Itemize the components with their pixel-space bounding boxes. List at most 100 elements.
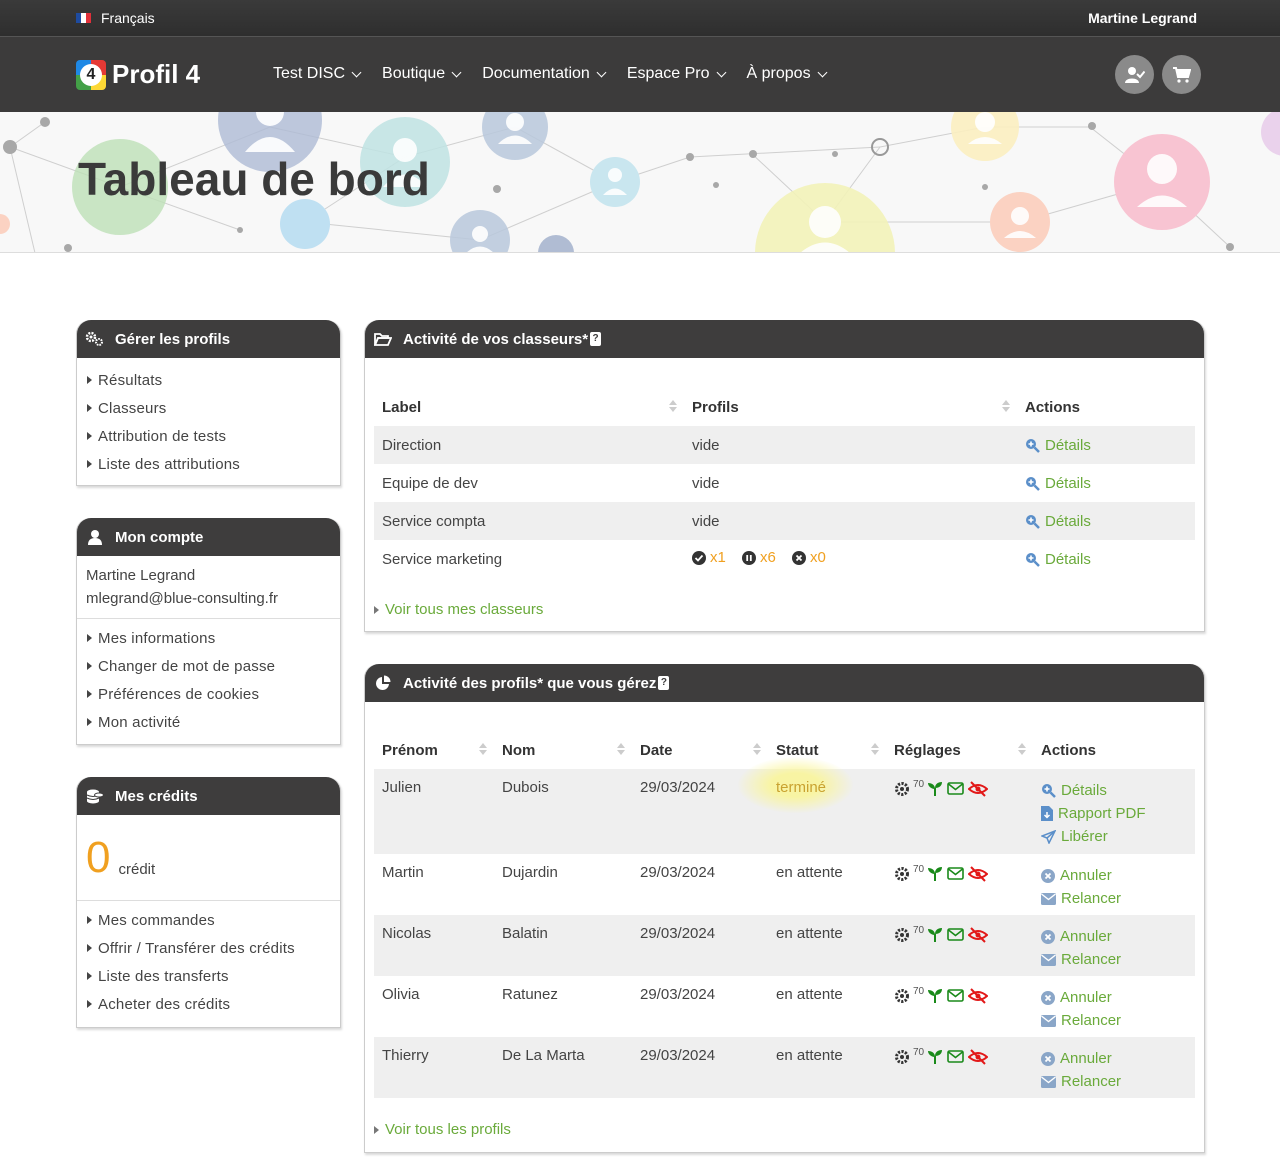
sort-icon [871,743,879,755]
remind-link[interactable]: Relancer [1041,1009,1187,1032]
settings-cell: 70 [886,915,1033,976]
credits-header: Mes crédits [77,777,340,815]
link-changer-mot-de-passe[interactable]: Changer de mot de passe [87,652,330,680]
col-actions: Actions [1041,741,1097,759]
cart-button[interactable] [1162,55,1201,94]
help-badge-icon[interactable]: ? [658,676,670,690]
cart-icon [1172,66,1191,83]
envelope-icon [947,989,964,1002]
caret-right-icon [87,662,92,670]
nav-item-documentation[interactable]: Documentation [482,65,607,83]
col-label[interactable]: Label [374,388,684,426]
eye-slash-icon [968,1049,989,1065]
chevron-down-icon [351,67,362,77]
account-button[interactable] [1115,55,1154,94]
remind-link[interactable]: Relancer [1041,1070,1187,1093]
cancel-link[interactable]: Annuler [1041,864,1187,887]
seedling-icon [928,867,943,881]
cancelled-count: x0 [792,549,826,566]
link-acheter-credits[interactable]: Acheter des crédits [87,990,330,1018]
col-reglages[interactable]: Réglages [886,731,1033,769]
profile-status: en attente [776,864,843,881]
language-selector[interactable]: Français [76,10,155,26]
envelope-icon [1041,953,1056,966]
settings-cell: 70 [886,976,1033,1037]
pdf-report-link[interactable]: Rapport PDF [1041,802,1187,825]
caret-right-icon [87,404,92,412]
profile-actions: Annuler Relancer [1033,1037,1195,1098]
profile-date: 29/03/2024 [640,986,716,1003]
binders-activity-panel: Activité de vos classeurs* ? Label Profi… [364,320,1205,632]
settings-level: 70 [913,925,925,936]
nav-item-boutique[interactable]: Boutique [382,65,462,83]
user-name-link[interactable]: Martine Legrand [1088,10,1197,26]
profile-date: 29/03/2024 [640,925,716,942]
link-offrir-transferer[interactable]: Offrir / Transférer des crédits [87,934,330,962]
table-row: Nicolas Balatin 29/03/2024 en attente 70 [374,915,1195,976]
profiles-activity-panel: Activité des profils* que vous gérez ? P… [364,664,1205,1153]
chevron-down-icon [596,67,607,77]
binder-profiles: vide [692,474,720,492]
credits-unit: crédit [118,861,156,878]
col-nom[interactable]: Nom [494,731,632,769]
nav-item-espace-pro[interactable]: Espace Pro [627,65,726,83]
envelope-icon [947,928,964,941]
col-profils[interactable]: Profils [684,388,1017,426]
zoom-in-icon [1026,476,1040,491]
link-attribution-tests[interactable]: Attribution de tests [87,422,330,450]
details-link[interactable]: Détails [1025,513,1187,530]
gear-icon [895,928,909,942]
settings-cell: 70 [886,769,1033,854]
x-circle-icon [1041,929,1055,944]
chevron-down-icon [716,67,726,77]
binders-header: Activité de vos classeurs* ? [365,320,1204,358]
brand-logo[interactable]: 4 Profil 4 [76,59,200,90]
col-date[interactable]: Date [632,731,768,769]
binder-label: Service compta [382,512,486,530]
seedling-icon [928,928,943,942]
col-prenom[interactable]: Prénom [374,731,494,769]
credits-panel: Mes crédits 0 crédit Mes commandes Offri… [76,777,341,1028]
link-mes-informations[interactable]: Mes informations [87,624,330,652]
nav-item-a-propos[interactable]: À propos [747,65,828,83]
remind-link[interactable]: Relancer [1041,948,1187,971]
help-badge-icon[interactable]: ? [590,332,602,346]
envelope-icon [1041,892,1056,905]
profile-status: terminé [776,779,827,796]
account-name: Martine Legrand [86,567,196,584]
link-liste-attributions[interactable]: Liste des attributions [87,450,330,478]
cancel-link[interactable]: Annuler [1041,925,1187,948]
link-resultats[interactable]: Résultats [87,366,330,394]
see-all-profiles-link[interactable]: Voir tous les profils [374,1121,1195,1138]
link-preferences-cookies[interactable]: Préférences de cookies [87,680,330,708]
folder-open-icon [373,332,393,346]
details-link[interactable]: Détails [1025,475,1187,492]
profiles-table: Prénom Nom Date Statut Réglages Actions … [374,731,1195,1098]
table-row: Direction vide Détails [374,426,1195,464]
caret-right-icon [87,944,92,952]
link-liste-transferts[interactable]: Liste des transferts [87,962,330,990]
link-mes-commandes[interactable]: Mes commandes [87,906,330,934]
binder-label: Equipe de dev [382,474,478,492]
link-mon-activite[interactable]: Mon activité [87,708,330,736]
account-links: Mes informations Changer de mot de passe… [77,619,340,744]
settings-level: 70 [913,779,925,790]
cancel-link[interactable]: Annuler [1041,1047,1187,1070]
binders-title: Activité de vos classeurs* [403,330,589,348]
profile-status: en attente [776,986,843,1003]
nav-item-test-disc[interactable]: Test DISC [273,65,362,83]
details-link[interactable]: Détails [1025,551,1187,568]
account-identity: Martine Legrand mlegrand@blue-consulting… [77,556,340,618]
cancel-link[interactable]: Annuler [1041,986,1187,1009]
caret-right-icon [374,605,379,614]
link-classeurs[interactable]: Classeurs [87,394,330,422]
details-link[interactable]: Détails [1025,437,1187,454]
release-link[interactable]: Libérer [1041,825,1187,848]
brand-name: Profil 4 [112,59,201,89]
profile-first-name: Nicolas [382,925,432,942]
profile-actions: Annuler Relancer [1033,854,1195,915]
table-row: Martin Dujardin 29/03/2024 en attente 70 [374,854,1195,915]
remind-link[interactable]: Relancer [1041,887,1187,910]
see-all-binders-link[interactable]: Voir tous mes classeurs [374,601,1195,618]
details-link[interactable]: Détails [1041,779,1187,802]
